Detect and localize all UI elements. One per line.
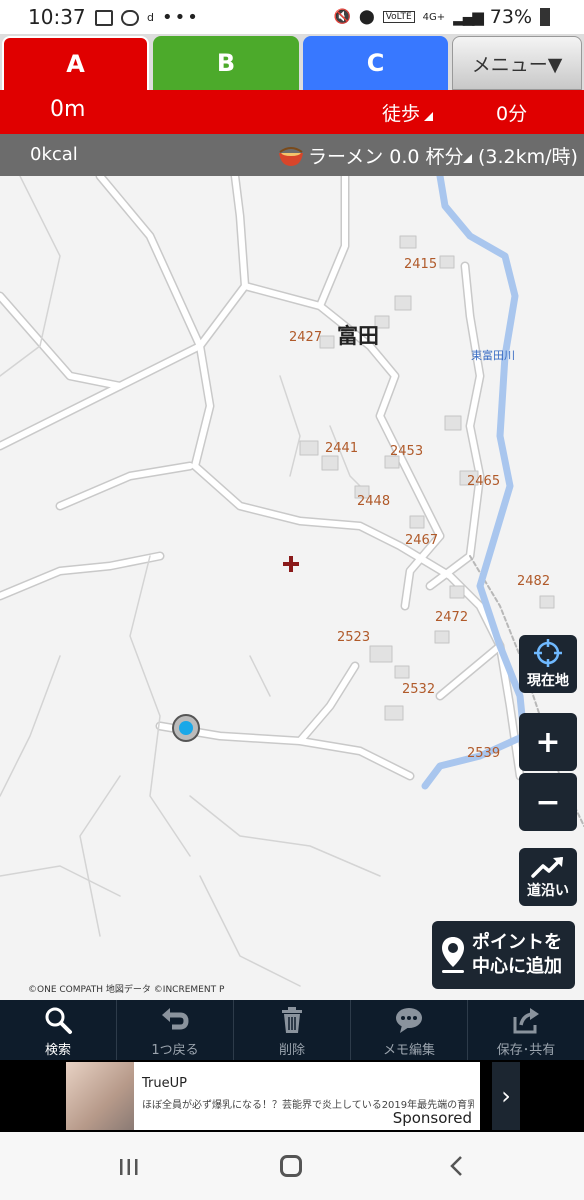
- map-roads: [0, 176, 584, 987]
- memo-edit-button[interactable]: メモ編集: [350, 1000, 467, 1060]
- status-time: 10:37: [28, 5, 86, 29]
- mute-icon: 🔇: [333, 9, 352, 25]
- zoom-in-button[interactable]: +: [519, 713, 577, 771]
- ad-banner[interactable]: TrueUP ほぼ全員が必ず爆乳になる！？芸能界で炎上している2019年最先端の…: [0, 1060, 584, 1132]
- address-number: 2441: [325, 441, 359, 456]
- ad-open-button[interactable]: ›: [492, 1062, 520, 1130]
- route-tabs: A B C メニュー▼: [0, 34, 584, 90]
- status-bar: 10:37 d ••• 🔇 ⬤ VoLTE 4G+ ▂▄▆ 73%: [0, 0, 584, 34]
- address-number: 2472: [435, 610, 469, 625]
- map-center-crosshair-icon: [283, 556, 299, 572]
- search-button[interactable]: 検索: [0, 1000, 116, 1060]
- search-label: 検索: [44, 1043, 71, 1058]
- address-number: 2427: [289, 330, 323, 345]
- target-icon: [534, 639, 562, 667]
- undo-button[interactable]: 1つ戻る: [116, 1000, 233, 1060]
- calorie-bar: 0kcal ラーメン 0.0 杯分 (3.2km/時): [0, 134, 584, 176]
- shield-icon: [121, 9, 139, 26]
- ad-title: TrueUP: [142, 1076, 187, 1091]
- add-point-label-line1: ポイントを: [472, 932, 562, 953]
- network-type: 4G+: [422, 11, 446, 23]
- memo-edit-label: メモ編集: [382, 1043, 435, 1058]
- address-number: 2532: [402, 682, 436, 697]
- zoom-out-button[interactable]: −: [519, 773, 577, 831]
- add-point-at-center-button[interactable]: ポイントを 中心に追加: [432, 921, 575, 989]
- recent-apps-icon[interactable]: [118, 1157, 140, 1177]
- battery-percent: 73%: [489, 6, 532, 28]
- ad-thumbnail: [66, 1062, 134, 1130]
- tab-route-c[interactable]: C: [303, 36, 448, 90]
- map-pin-icon: [442, 937, 464, 973]
- undo-icon: [162, 1008, 189, 1030]
- memo-icon: [396, 1008, 422, 1033]
- home-icon[interactable]: [280, 1155, 302, 1177]
- undo-label: 1つ戻る: [151, 1043, 199, 1058]
- walking-speed: (3.2km/時): [478, 146, 578, 168]
- address-number: 2523: [337, 630, 371, 645]
- signal-icon: ▂▄▆: [453, 8, 484, 26]
- travel-mode-selector[interactable]: 徒歩: [382, 99, 420, 126]
- save-share-button[interactable]: 保存･共有: [467, 1000, 584, 1060]
- delete-button[interactable]: 削除: [233, 1000, 350, 1060]
- menu-button[interactable]: メニュー▼: [452, 36, 582, 90]
- gallery-icon: [95, 9, 113, 26]
- route-info-bar: 0m 徒歩 0分: [0, 90, 584, 134]
- trend-arrow-icon: [531, 857, 563, 878]
- tab-route-a[interactable]: A: [2, 36, 149, 90]
- distance-value: 0m: [50, 97, 86, 122]
- address-number: 2448: [357, 494, 391, 509]
- trash-icon: [282, 1007, 302, 1033]
- system-nav-bar: [0, 1132, 584, 1200]
- d-icon: d: [147, 11, 154, 24]
- place-name: 富田: [337, 324, 379, 348]
- along-road-label: 道沿い: [527, 883, 569, 899]
- address-number: 2415: [404, 257, 438, 272]
- ramen-bowl-icon: [279, 147, 303, 166]
- calorie-value: 0kcal: [30, 144, 78, 165]
- address-number: 2539: [467, 746, 501, 761]
- back-icon[interactable]: [447, 1155, 467, 1177]
- more-notifications-icon: •••: [161, 7, 200, 28]
- dropdown-triangle-icon: [463, 154, 472, 163]
- current-location-button[interactable]: 現在地: [519, 635, 577, 693]
- tab-route-b[interactable]: B: [153, 36, 299, 90]
- current-location-marker-icon: [172, 714, 200, 742]
- address-number: 2465: [467, 474, 501, 489]
- share-icon: [513, 1008, 539, 1034]
- volte-badge: VoLTE: [382, 11, 415, 23]
- food-equivalent-selector[interactable]: ラーメン 0.0 杯分: [308, 142, 464, 169]
- duration-value: 0分: [496, 103, 528, 125]
- search-icon: [45, 1007, 72, 1034]
- map-credit: ©ONE COMPATH 地図データ ©INCREMENT P: [28, 985, 225, 995]
- battery-icon: [540, 8, 550, 26]
- address-number: 2482: [517, 574, 551, 589]
- delete-label: 削除: [278, 1043, 305, 1058]
- along-road-button[interactable]: 道沿い: [519, 848, 577, 906]
- map-view[interactable]: 2415 2427 2441 2453 2465 2448 2467 2482 …: [0, 176, 584, 1000]
- save-share-label: 保存･共有: [496, 1043, 556, 1058]
- ad-sponsored-label: Sponsored: [392, 1109, 472, 1127]
- location-icon: ⬤: [359, 9, 375, 25]
- dropdown-triangle-icon: [424, 112, 433, 121]
- bottom-toolbar: 検索 1つ戻る 削除 メモ編集 保存･共有: [0, 1000, 584, 1060]
- current-location-label: 現在地: [527, 673, 569, 689]
- add-point-label-line2: 中心に追加: [472, 956, 562, 977]
- ad-card[interactable]: TrueUP ほぼ全員が必ず爆乳になる！？芸能界で炎上している2019年最先端の…: [66, 1062, 480, 1130]
- river-name: 東富田川: [471, 349, 515, 362]
- address-number: 2467: [405, 533, 439, 548]
- address-number: 2453: [390, 444, 424, 459]
